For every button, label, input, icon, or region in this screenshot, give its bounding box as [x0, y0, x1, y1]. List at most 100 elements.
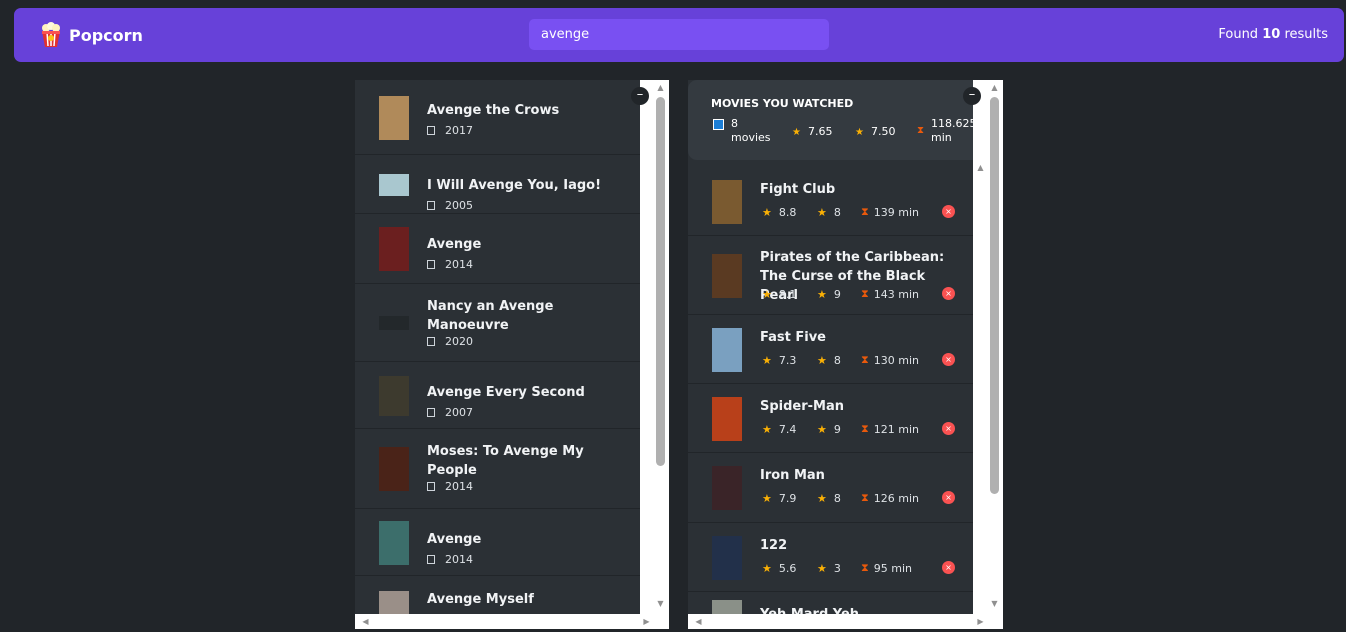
delete-watched-button[interactable]: ×: [942, 422, 955, 435]
search-input[interactable]: [529, 19, 829, 50]
delete-watched-button[interactable]: ×: [942, 353, 955, 366]
watched-movie-stats: ★ 7.4 ★ 9 ⧗ 121 min: [762, 422, 943, 436]
watched-movie-title: Iron Man: [760, 468, 825, 483]
watched-movie-title: Yeh Mard Yeh: [760, 605, 960, 614]
watched-movie-title: Spider-Man: [760, 399, 845, 414]
movie-poster: [712, 254, 742, 298]
inner-scroll-up-arrow-icon[interactable]: ▲: [972, 163, 989, 173]
movie-list-item[interactable]: Moses: To Avenge My People 2014: [355, 429, 640, 509]
movie-list[interactable]: Avenge the Crows 2017 I Will Avenge You, I…: [355, 80, 640, 614]
movie-year: 2017: [427, 124, 473, 137]
watched-movie-title: Fast Five: [760, 330, 826, 345]
delete-watched-button[interactable]: ×: [942, 287, 955, 300]
movie-list-item[interactable]: I Will Avenge You, Iago! 2005: [355, 155, 640, 214]
runtime: 121 min: [873, 422, 919, 436]
movie-poster: [712, 466, 742, 510]
scroll-up-arrow-icon[interactable]: ▲: [986, 83, 1003, 93]
scroll-right-arrow-icon[interactable]: ▶: [972, 617, 989, 627]
movie-list-item[interactable]: Avenge 2014: [355, 214, 640, 284]
hourglass-icon: ⧗: [861, 287, 869, 300]
hashtag-icon: [713, 119, 724, 130]
movie-title: I Will Avenge You, Iago!: [427, 178, 602, 193]
scrollbar-thumb[interactable]: [656, 97, 665, 466]
watched-horizontal-scrollbar[interactable]: ◀ ▶: [688, 614, 986, 629]
scroll-up-arrow-icon[interactable]: ▲: [652, 83, 669, 93]
calendar-icon: [427, 201, 435, 210]
movie-poster: [379, 591, 409, 614]
movie-title: Avenge: [427, 532, 482, 547]
user-star-icon: ★: [817, 205, 827, 219]
watched-box: MOVIES YOU WATCHED 8 movies ★ 7.65 ★ 7.5…: [688, 80, 1003, 629]
movie-poster: [379, 521, 409, 565]
calendar-icon: [427, 408, 435, 417]
watched-movie-stats: ★ 8.1 ★ 9 ⧗ 143 min: [762, 287, 943, 301]
results-vertical-scrollbar[interactable]: ▲ ▼: [652, 80, 669, 614]
movie-list-item[interactable]: Avenge Myself: [355, 576, 640, 614]
user-star-icon: ★: [817, 353, 827, 367]
star-icon: ★: [762, 205, 772, 219]
movie-year-value: 2014: [445, 258, 473, 271]
popcorn-icon: [42, 22, 60, 47]
movie-year: 2014: [427, 480, 473, 493]
scroll-down-arrow-icon[interactable]: ▼: [986, 599, 1003, 609]
movie-title: Moses: To Avenge My People: [427, 444, 584, 478]
movie-year: 2005: [427, 199, 473, 212]
hourglass-icon: ⧗: [861, 561, 869, 574]
star-icon: ★: [762, 353, 772, 367]
avg-runtime-value: 118.625: [931, 117, 973, 130]
collapse-results-button[interactable]: –: [631, 87, 649, 105]
movie-year-value: 2020: [445, 335, 473, 348]
delete-watched-button[interactable]: ×: [942, 561, 955, 574]
summary-avg-user: ★ 7.50: [855, 125, 895, 138]
results-prefix: Found: [1218, 27, 1259, 42]
user-rating: 8: [833, 205, 841, 219]
watched-panel[interactable]: MOVIES YOU WATCHED 8 movies ★ 7.65 ★ 7.5…: [688, 80, 973, 614]
scroll-left-arrow-icon[interactable]: ◀: [357, 617, 374, 627]
watched-movie-item: Yeh Mard Yeh: [688, 592, 973, 614]
movie-poster: [712, 536, 742, 580]
scroll-down-arrow-icon[interactable]: ▼: [652, 599, 669, 609]
watched-movie-title: Fight Club: [760, 182, 836, 197]
movie-poster: [712, 397, 742, 441]
user-star-icon: ★: [855, 127, 864, 138]
hourglass-icon: ⧗: [861, 205, 869, 218]
movie-list-item[interactable]: Avenge 2014: [355, 509, 640, 576]
calendar-icon: [427, 482, 435, 491]
hourglass-icon: ⧗: [861, 422, 869, 435]
movie-title: Avenge the Crows: [427, 103, 560, 118]
watched-movie-item: Spider-Man ★ 7.4 ★ 9 ⧗ 121 min ×: [688, 384, 973, 453]
delete-watched-button[interactable]: ×: [942, 205, 955, 218]
scrollbar-thumb[interactable]: [990, 97, 999, 494]
imdb-rating: 7.3: [778, 353, 797, 367]
runtime: 139 min: [873, 205, 919, 219]
watched-movie-item: 122 ★ 5.6 ★ 3 ⧗ 95 min ×: [688, 523, 973, 592]
movie-year: 2007: [427, 406, 473, 419]
runtime: 126 min: [873, 491, 919, 505]
user-star-icon: ★: [817, 287, 827, 301]
results-count: Found 10 results: [1218, 27, 1328, 42]
movie-list-item[interactable]: Nancy an Avenge Manoeuvre 2020: [355, 284, 640, 362]
delete-watched-button[interactable]: ×: [942, 491, 955, 504]
movie-year: 2014: [427, 553, 473, 566]
movie-poster: [712, 600, 742, 614]
movie-list-item[interactable]: Avenge the Crows 2017: [355, 80, 640, 155]
watched-movie-stats: ★ 5.6 ★ 3 ⧗ 95 min: [762, 561, 943, 575]
scroll-left-arrow-icon[interactable]: ◀: [690, 617, 707, 627]
calendar-icon: [427, 126, 435, 135]
imdb-rating: 5.6: [778, 561, 797, 575]
movie-title: Nancy an Avenge Manoeuvre: [427, 299, 554, 333]
search-results-box: Avenge the Crows 2017 I Will Avenge You, I…: [355, 80, 669, 629]
watched-vertical-scrollbar[interactable]: ▲ ▼: [986, 80, 1003, 614]
scroll-right-arrow-icon[interactable]: ▶: [638, 617, 655, 627]
results-horizontal-scrollbar[interactable]: ◀ ▶: [355, 614, 652, 629]
collapse-watched-button[interactable]: –: [963, 87, 981, 105]
user-rating: 8: [833, 353, 841, 367]
movie-poster: [379, 447, 409, 491]
movie-year-value: 2005: [445, 199, 473, 212]
user-star-icon: ★: [817, 491, 827, 505]
movie-poster: [379, 96, 409, 140]
movie-year-value: 2007: [445, 406, 473, 419]
movie-year-value: 2017: [445, 124, 473, 137]
movie-poster: [379, 174, 409, 196]
movie-list-item[interactable]: Avenge Every Second 2007: [355, 362, 640, 429]
